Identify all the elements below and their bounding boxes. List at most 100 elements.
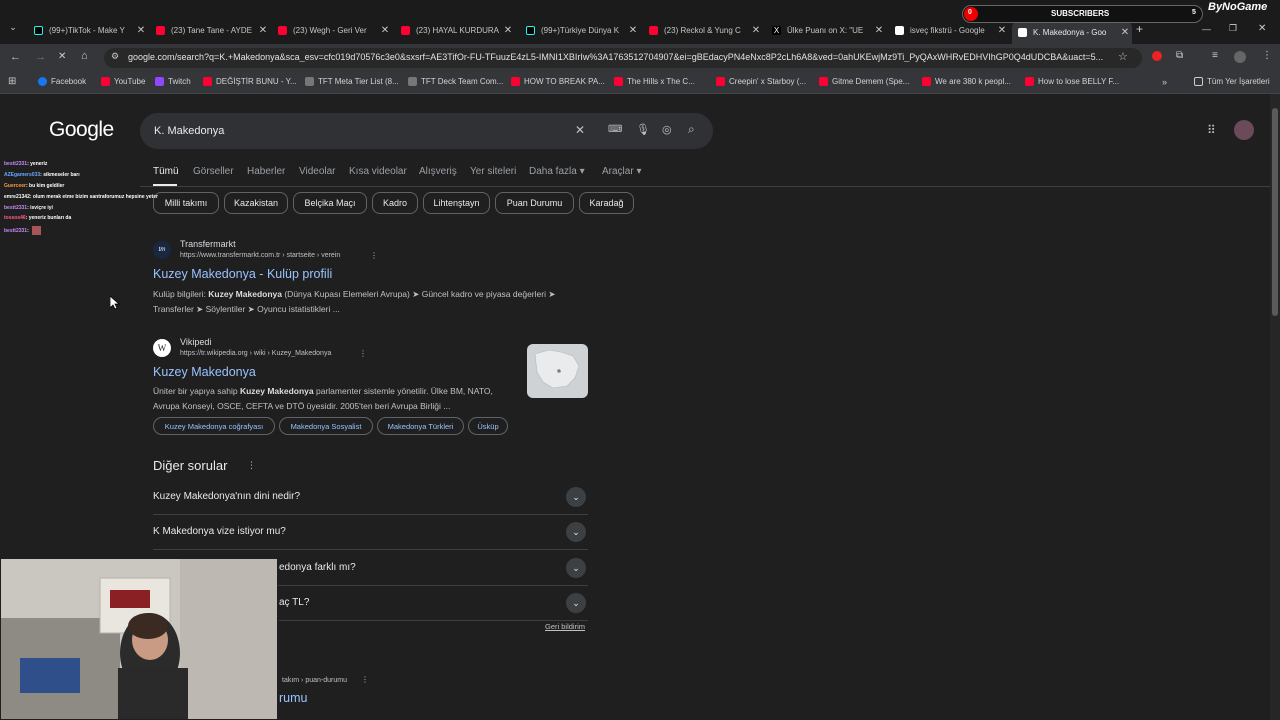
browser-tab[interactable]: (23) HAYAL KURDURA ✕ [395,20,515,40]
maximize-button[interactable]: ❐ [1229,23,1237,34]
search-box[interactable] [140,113,713,149]
sublink-chip[interactable]: Üsküp [468,417,508,435]
bookmark-item[interactable]: YouTube [101,77,145,86]
feedback-link[interactable]: Geri bildirim [545,622,585,631]
faq-question[interactable]: K Makedonya vize istiyor mu? [153,526,286,537]
tab-videos[interactable]: Videolar [299,166,336,177]
close-tab-icon[interactable]: ✕ [501,25,515,36]
bookmark-item[interactable]: Gitme Demem (Spe... [819,77,909,86]
result-title[interactable]: rumu [279,691,307,705]
close-tab-icon[interactable]: ✕ [378,25,392,36]
sublink-chip[interactable]: Kuzey Makedonya coğrafyası [153,417,275,435]
tab-images[interactable]: Görseller [193,166,234,177]
faq-question[interactable]: edonya farklı mı? [279,562,356,573]
extension-icon[interactable] [1152,51,1162,61]
result-title[interactable]: Kuzey Makedonya - Kulüp profili [153,267,332,281]
profile-avatar[interactable] [1234,51,1246,63]
chevron-down-icon[interactable]: ⌄ [566,593,586,613]
account-avatar[interactable] [1234,120,1254,140]
filter-chip[interactable]: Kazakistan [224,192,288,214]
filter-chip[interactable]: Belçika Maçı [293,192,367,214]
tab-search-button[interactable]: ⌄ [5,22,21,38]
close-window-button[interactable]: ✕ [1258,23,1266,34]
tab-more[interactable]: Daha fazla ▾ [529,166,585,177]
apps-grid-icon[interactable]: ⊞ [8,76,16,87]
microphone-icon[interactable]: 🎙 [636,123,650,136]
filter-chip[interactable]: Milli takımı [153,192,219,214]
close-tab-icon[interactable]: ✕ [749,25,763,36]
all-bookmarks[interactable]: Tüm Yer İşaretleri [1194,77,1270,86]
chevron-down-icon[interactable]: ⌄ [566,558,586,578]
tab-tools[interactable]: Araçlar ▾ [602,166,642,177]
bookmark-item[interactable]: Twitch [155,77,191,86]
tab-all[interactable]: Tümü [153,166,179,177]
tab-places[interactable]: Yer siteleri [470,166,516,177]
filter-chip[interactable]: Lihtenştayn [423,192,490,214]
close-tab-icon[interactable]: ✕ [872,25,886,36]
media-icon[interactable]: ≡ [1212,50,1218,61]
search-icon[interactable]: ⌕ [688,122,695,137]
close-tab-icon[interactable]: ✕ [1118,27,1132,38]
browser-tab-active[interactable]: K. Makedonya - Goo ✕ [1012,20,1132,44]
chevron-more-icon[interactable]: » [1162,77,1167,87]
browser-tab[interactable]: (99+)Türkiye Dünya K ✕ [520,20,640,40]
menu-icon[interactable]: ⋮ [1262,50,1272,61]
close-tab-icon[interactable]: ✕ [256,25,270,36]
minimize-button[interactable]: — [1202,24,1211,34]
result-title[interactable]: Kuzey Makedonya [153,365,256,379]
tab-shopping[interactable]: Alışveriş [419,166,457,177]
close-tab-icon[interactable]: ✕ [134,25,148,36]
bookmark-item[interactable]: TFT Meta Tier List (8... [305,77,399,86]
more-options-icon[interactable]: ⋮ [370,251,378,260]
bookmark-item[interactable]: The Hills x The C... [614,77,695,86]
site-info-icon[interactable]: ⚙ [111,51,119,62]
browser-tab[interactable]: (99+)TikTok - Make Y ✕ [28,20,148,40]
bookmark-item[interactable]: How to lose BELLY F... [1025,77,1119,86]
browser-tab[interactable]: isveç fikstrü - Google ✕ [889,20,1009,40]
bookmark-item[interactable]: HOW TO BREAK PA... [511,77,605,86]
filter-chip[interactable]: Puan Durumu [495,192,574,214]
more-options-icon[interactable]: ⋮ [361,675,369,684]
close-tab-icon[interactable]: ✕ [995,25,1009,36]
clear-icon[interactable]: ✕ [575,123,585,137]
scrollbar-thumb[interactable] [1272,108,1278,316]
more-options-icon[interactable]: ⋮ [359,349,367,358]
close-tab-icon[interactable]: ✕ [626,25,640,36]
search-input[interactable]: K. Makedonya [154,125,224,137]
europe-map-thumbnail[interactable] [527,344,588,398]
tab-news[interactable]: Haberler [247,166,285,177]
bookmark-star-icon[interactable]: ☆ [1118,50,1128,63]
bookmark-item[interactable]: We are 380 k peopl... [922,77,1011,86]
bookmark-item[interactable]: DEĞİŞTİR BUNU - Y... [203,77,297,86]
lens-icon[interactable]: ◎ [662,123,672,136]
browser-tab[interactable]: (23) Tane Tane - AYDE ✕ [150,20,270,40]
url-text[interactable]: google.com/search?q=K.+Makedonya&sca_esv… [128,52,1113,62]
bookmark-item[interactable]: TFT Deck Team Com... [408,77,503,86]
chevron-down-icon[interactable]: ⌄ [566,487,586,507]
new-tab-button[interactable]: + [1136,22,1143,36]
browser-tab[interactable]: X Ülke Puanı on X: "UE ✕ [766,20,886,40]
google-logo[interactable]: Google [49,118,114,142]
chevron-down-icon[interactable]: ⌄ [566,522,586,542]
nav-divider [140,186,1270,187]
forward-icon[interactable]: → [35,51,46,63]
browser-tab[interactable]: (23) Wegh - Geri Ver ✕ [272,20,392,40]
faq-question[interactable]: Kuzey Makedonya'nın dini nedir? [153,491,300,502]
extensions-puzzle-icon[interactable]: ⧉ [1176,50,1183,61]
filter-chip[interactable]: Karadağ [579,192,634,214]
bookmark-item[interactable]: Creepin' x Starboy (... [716,77,806,86]
faq-question[interactable]: aç TL? [279,597,309,608]
filter-chip[interactable]: Kadro [372,192,418,214]
sublink-chip[interactable]: Makedonya Türkleri [377,417,464,435]
stop-icon[interactable]: ✕ [58,51,66,62]
keyboard-icon[interactable]: ⌨ [608,124,622,135]
google-apps-icon[interactable]: ⠿ [1207,123,1216,137]
google-icon [895,25,904,35]
sublink-chip[interactable]: Makedonya Sosyalist [279,417,373,435]
more-options-icon[interactable]: ⋮ [247,460,256,471]
tab-short-videos[interactable]: Kısa videolar [349,166,407,177]
back-icon[interactable]: ← [10,51,21,63]
home-icon[interactable]: ⌂ [81,50,88,62]
browser-tab[interactable]: (23) Reckol & Yung C ✕ [643,20,763,40]
bookmark-item[interactable]: Facebook [38,77,86,86]
